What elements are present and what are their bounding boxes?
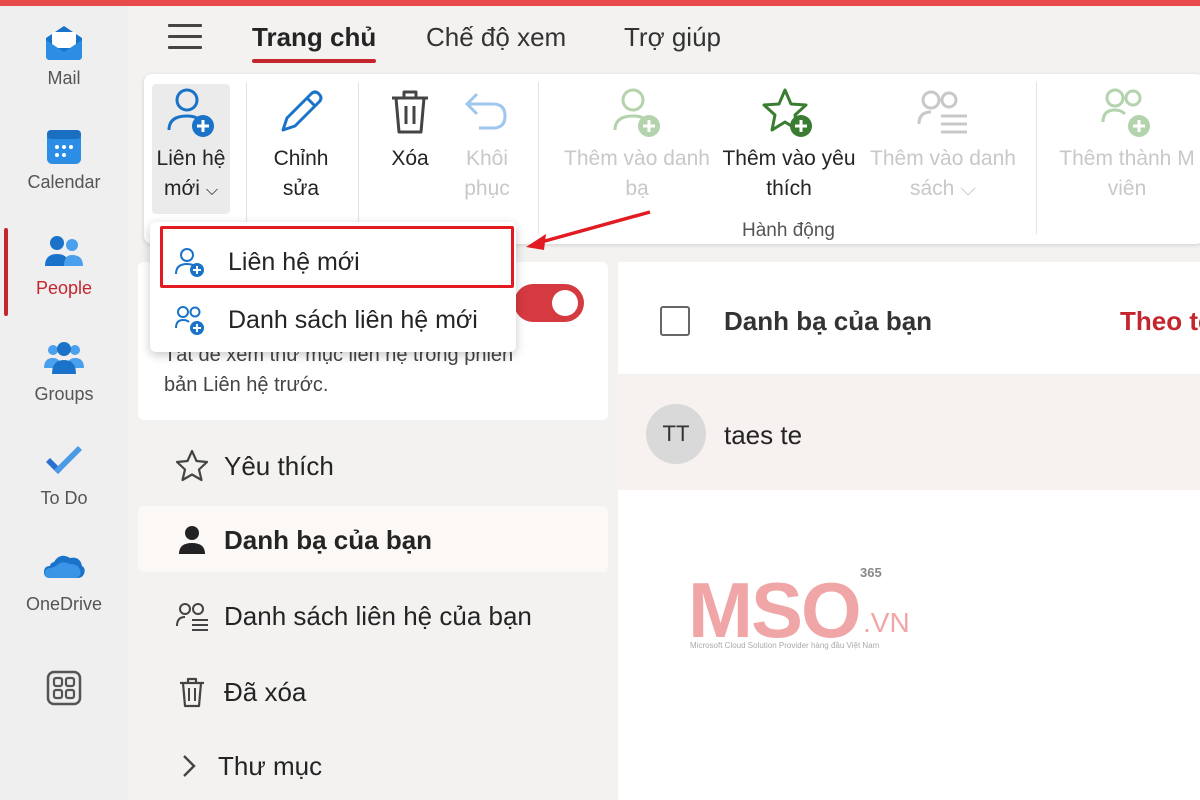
new-contact-label-2: mới [164,177,200,200]
contact-list-header: Danh bạ của bạn Theo tê [618,262,1200,374]
new-contact-label-line2: mới ⌵ [152,174,230,206]
delete-label: Xóa [391,147,429,170]
add-person-icon [167,88,214,137]
nav-label-favorites: Yêu thích [224,451,334,481]
add-to-favorites-label: Thêm vào yêu [722,147,856,170]
nav-item-folders[interactable]: Thư mục [138,732,608,798]
watermark-superscript: 365 [860,565,882,580]
add-to-contacts-label: Thêm vào danh [564,147,710,170]
undo-arrow-icon [465,92,507,130]
groups-icon [44,342,84,374]
mail-icon [46,26,82,60]
tab-help[interactable]: Trợ giúp [624,22,721,53]
trash-icon [180,677,204,708]
nav-label-deleted: Đã xóa [224,677,307,707]
contact-list-icon [176,603,208,631]
restore-button[interactable]: Khôi phục [454,84,520,204]
add-to-list-label: Thêm vào danh [870,147,1016,170]
ribbon-separator [246,82,247,234]
new-contact-label: Liên hệ [156,147,226,170]
edit-button[interactable]: Chỉnh sửa [266,84,336,204]
rail-label-onedrive: OneDrive [25,594,103,614]
delete-button[interactable]: Xóa [380,84,440,174]
add-to-list-button[interactable]: Thêm vào danh sách ⌵ [862,84,1024,204]
restore-label-2: phục [464,177,510,200]
menu-item-new-contact-list-label: Danh sách liên hệ mới [228,306,478,334]
watermark-tagline: Microsoft Cloud Solution Provider hàng đ… [690,641,880,650]
avatar: TT [646,404,706,464]
rail-item-calendar[interactable]: Calendar [0,124,128,214]
add-member-button[interactable]: Thêm thành M viên [1052,84,1200,204]
contact-list-title: Danh bạ của bạn [724,306,933,336]
tab-view[interactable]: Chế độ xem [426,22,566,53]
edit-label: Chỉnh [273,147,329,170]
add-person-green-icon [613,88,660,137]
onedrive-icon [44,555,85,578]
watermark-domain: .VN [863,607,910,638]
ribbon-group-label: Hành động [742,220,835,241]
pencil-icon [281,90,323,132]
add-member-label-2: viên [1107,177,1147,200]
ribbon-separator [358,82,359,234]
nav-label-your-contacts: Danh bạ của bạn [224,525,433,555]
legacy-view-toggle[interactable] [514,284,584,322]
chevron-right-icon [183,755,196,777]
restore-label: Khôi [465,147,509,170]
rail-label-calendar: Calendar [27,172,101,192]
nav-item-favorites[interactable]: Yêu thích [138,432,608,498]
people-icon [45,236,83,266]
new-contact-button[interactable]: Liên hệ mới ⌵ [152,84,230,214]
nav-label-contact-lists: Danh sách liên hệ của bạn [224,601,532,631]
contact-row[interactable]: TT taes te [618,376,1200,490]
nav-label-folders: Thư mục [218,751,323,781]
rail-label-people: People [35,278,93,298]
rail-item-todo[interactable]: To Do [0,440,128,530]
sort-by-name-link[interactable]: Theo tê [1120,306,1200,337]
add-member-label: Thêm thành M [1059,147,1195,170]
todo-icon [46,446,82,474]
nav-item-deleted[interactable]: Đã xóa [138,658,608,724]
calendar-icon [47,130,81,164]
rail-item-apps[interactable] [0,666,128,756]
rail-item-groups[interactable]: Groups [0,336,128,426]
add-to-contacts-label-2: bạ [625,177,649,200]
rail-item-mail[interactable]: Mail [0,20,128,110]
edit-label-2: sửa [282,177,320,200]
star-icon [175,449,209,482]
add-to-contacts-button[interactable]: Thêm vào danh bạ [556,84,718,204]
nav-item-contact-lists[interactable]: Danh sách liên hệ của bạn [138,582,608,648]
contact-name: taes te [724,420,803,450]
hamburger-menu-icon[interactable] [168,24,202,50]
add-to-list-label-2: sách ⌵ [909,177,977,200]
rail-label-groups: Groups [34,384,94,404]
nav-item-your-contacts[interactable]: Danh bạ của bạn [138,506,608,572]
notice-line-2: bản Liên hệ trước. [164,374,329,396]
add-member-icon [1101,88,1150,137]
chevron-down-icon: ⌵ [205,182,218,199]
tab-home[interactable]: Trang chủ [252,22,377,63]
add-to-favorites-label-2: thích [766,177,812,200]
add-contact-list-icon [175,306,204,335]
watermark-logo: MSO 365 .VN Microsoft Cloud Solution Pro… [688,565,918,655]
select-all-checkbox[interactable] [660,306,690,336]
annotation-highlight-box [160,226,514,288]
trash-icon [392,90,428,134]
menu-item-new-contact-list[interactable]: Danh sách liên hệ mới [150,288,516,348]
rail-label-mail: Mail [47,68,81,88]
ribbon-separator [1036,82,1037,234]
app-rail: Mail Calendar People Groups To Do OneDri… [0,6,128,800]
rail-item-onedrive[interactable]: OneDrive [0,546,128,636]
add-to-favorites-button[interactable]: Thêm vào yêu thích [716,84,862,204]
person-list-icon [917,90,967,134]
ribbon-toolbar: Liên hệ mới ⌵ Chỉnh sửa Xóa Khôi phục Th… [144,74,1200,244]
apps-icon [46,670,82,706]
ribbon-separator [538,82,539,234]
menu-bar: Trang chủ Chế độ xem Trợ giúp [128,6,1200,66]
person-icon [179,526,205,554]
rail-label-todo: To Do [40,488,88,508]
star-add-icon [762,88,812,137]
rail-item-people[interactable]: People [0,230,128,320]
